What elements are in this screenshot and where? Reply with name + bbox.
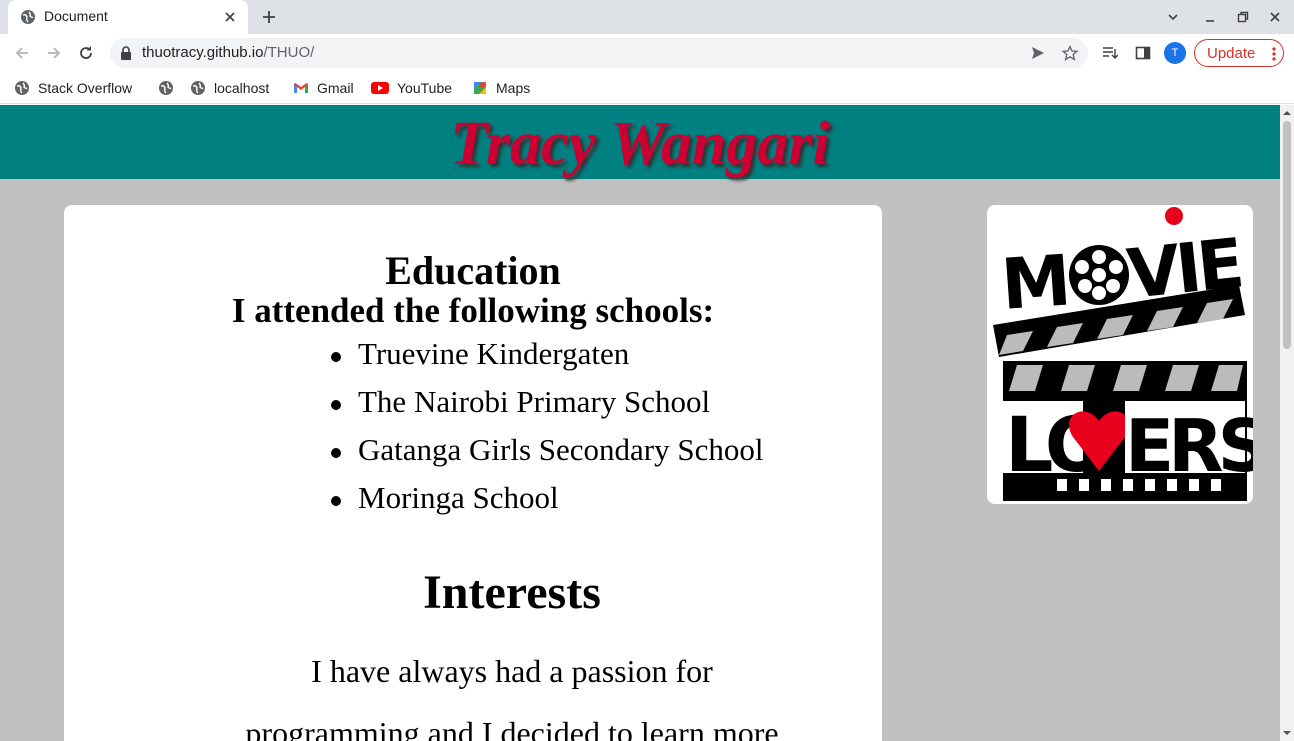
back-icon[interactable]: [12, 43, 32, 63]
movie-lovers-logo-image: M VIE LO ERS: [993, 207, 1253, 501]
globe-icon: [159, 81, 173, 95]
bookmark-untitled[interactable]: [158, 77, 182, 99]
interests-text-line: I have always had a passion for: [311, 653, 713, 689]
reading-list-icon[interactable]: [1102, 45, 1118, 61]
address-bar[interactable]: thuotracy.github.io/THUO/: [110, 38, 1088, 68]
interests-heading: Interests: [423, 566, 601, 619]
bookmark-youtube[interactable]: YouTube: [371, 77, 452, 99]
globe-icon: [21, 10, 35, 24]
site-title: Tracy Wangari: [450, 110, 830, 178]
bookmark-label: localhost: [214, 80, 270, 96]
url-host: thuotracy.github.io: [142, 44, 264, 61]
gmail-icon: [294, 83, 308, 93]
scroll-down-icon[interactable]: [1283, 729, 1291, 737]
bookmark-stack-overflow[interactable]: Stack Overflow: [14, 77, 132, 99]
bullet-icon: [331, 496, 341, 506]
education-heading: Education: [385, 248, 561, 293]
list-item: The Nairobi Primary School: [331, 384, 711, 420]
url-path: /THUO/: [263, 44, 315, 61]
close-tab-icon[interactable]: [222, 9, 238, 25]
share-icon[interactable]: [1030, 45, 1046, 61]
bookmark-label: YouTube: [397, 80, 453, 96]
reload-icon[interactable]: [76, 43, 96, 63]
restore-icon[interactable]: [1235, 9, 1251, 25]
update-label: Update: [1207, 45, 1256, 62]
close-window-icon[interactable]: [1267, 9, 1283, 25]
scroll-up-icon[interactable]: [1283, 109, 1291, 117]
globe-icon: [15, 81, 29, 95]
bookmarks-bar: Stack Overflow localhost Gmail YouTube M…: [0, 72, 1294, 104]
more-menu-icon[interactable]: [1267, 46, 1281, 62]
list-item: Gatanga Girls Secondary School: [331, 432, 764, 468]
list-item: Moringa School: [331, 480, 559, 516]
tab-strip: Document: [0, 0, 1294, 34]
school-name: The Nairobi Primary School: [358, 384, 711, 419]
update-button[interactable]: Update: [1194, 39, 1284, 67]
forward-icon[interactable]: [44, 43, 64, 63]
tab-title: Document: [44, 8, 108, 24]
side-panel-icon[interactable]: [1135, 45, 1151, 61]
profile-avatar[interactable]: T: [1164, 42, 1186, 64]
site-header: Tracy Wangari: [0, 105, 1280, 179]
svg-text:M: M: [999, 240, 1071, 326]
main-content-card: Education I attended the following schoo…: [64, 205, 882, 741]
url-text[interactable]: thuotracy.github.io/THUO/: [142, 44, 314, 61]
tab-search-icon[interactable]: [1165, 9, 1181, 25]
education-subheading: I attended the following schools:: [231, 291, 715, 330]
school-name: Truevine Kindergaten: [358, 336, 630, 371]
svg-text:ERS: ERS: [1125, 404, 1253, 488]
maps-icon: [474, 82, 486, 94]
bookmark-maps[interactable]: Maps: [472, 77, 530, 99]
school-name: Moringa School: [358, 480, 559, 515]
scrollbar-thumb[interactable]: [1283, 121, 1291, 349]
web-page: Tracy Wangari Education I attended the f…: [0, 105, 1280, 741]
school-name: Gatanga Girls Secondary School: [358, 432, 764, 467]
minimize-icon[interactable]: [1202, 9, 1218, 25]
interests-text-line: programming and I decided to learn more: [245, 715, 779, 741]
bullet-icon: [331, 400, 341, 410]
bullet-icon: [331, 448, 341, 458]
new-tab-icon[interactable]: [260, 8, 278, 26]
bullet-icon: [331, 352, 341, 362]
page-scrollbar[interactable]: [1280, 105, 1294, 741]
bookmark-localhost[interactable]: localhost: [190, 77, 269, 99]
browser-toolbar: thuotracy.github.io/THUO/ T Update: [0, 34, 1294, 72]
bookmark-label: Stack Overflow: [38, 80, 133, 96]
list-item: Truevine Kindergaten: [331, 336, 630, 372]
bookmark-star-icon[interactable]: [1062, 45, 1078, 61]
movie-lovers-logo: M VIE LO ERS: [987, 205, 1253, 504]
active-tab[interactable]: Document: [8, 0, 248, 34]
youtube-icon: [371, 82, 389, 94]
bookmark-label: Gmail: [317, 80, 354, 96]
bookmark-label: Maps: [496, 80, 531, 96]
lock-icon[interactable]: [120, 46, 132, 60]
bookmark-gmail[interactable]: Gmail: [293, 77, 354, 99]
globe-icon: [191, 81, 205, 95]
